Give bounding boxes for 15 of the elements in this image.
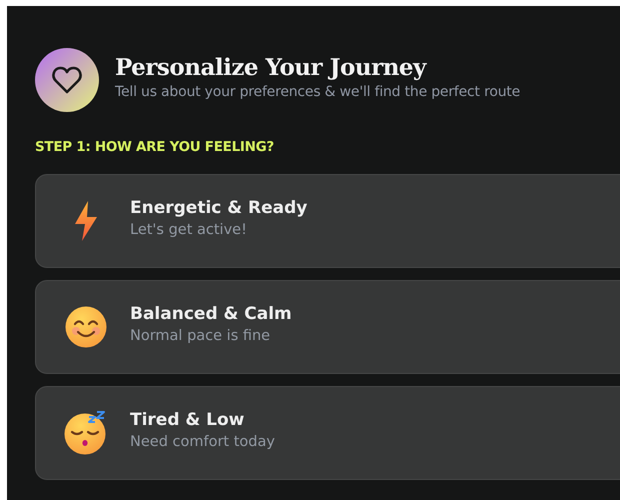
mood-option-card[interactable]: Balanced & Calm Normal pace is fine — [35, 280, 620, 374]
option-subtitle: Normal pace is fine — [130, 328, 272, 344]
lightning-icon — [74, 201, 98, 241]
option-title: Energetic & Ready — [130, 198, 308, 218]
page-title: Personalize Your Journey — [115, 54, 428, 81]
option-subtitle: Let's get active! — [130, 222, 248, 238]
smiling-face-icon — [65, 306, 107, 348]
option-title: Balanced & Calm — [130, 304, 292, 324]
sleeping-face-icon — [64, 411, 108, 455]
option-subtitle: Need comfort today — [130, 434, 275, 450]
mood-option-card[interactable]: Tired & Low Need comfort today — [35, 386, 620, 480]
mood-option-card[interactable]: Energetic & Ready Let's get active! — [35, 174, 620, 268]
step-label: STEP 1: HOW ARE YOU FEELING? — [35, 139, 275, 155]
page-subtitle: Tell us about your preferences & we'll find the perfect route — [115, 84, 520, 100]
option-title: Tired & Low — [130, 410, 246, 430]
